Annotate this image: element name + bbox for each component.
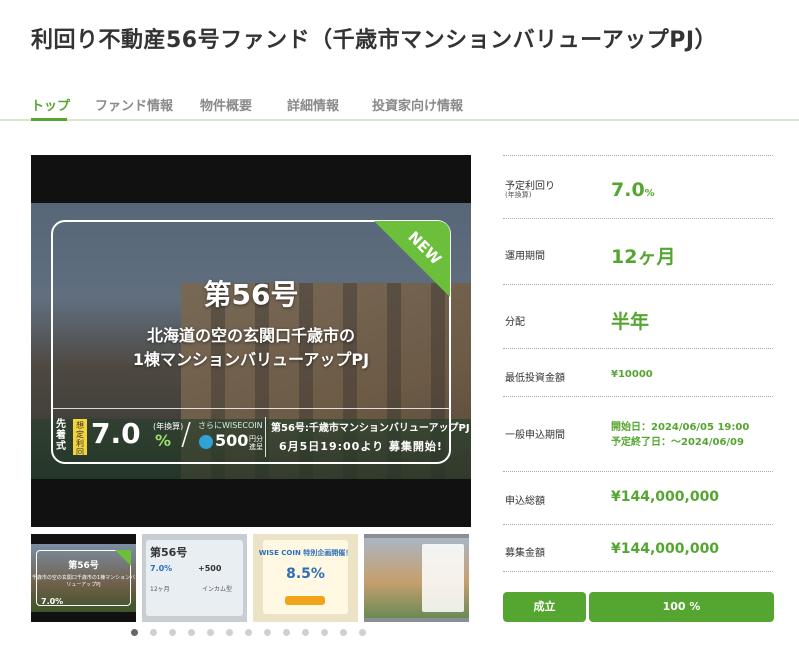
application-start: 開始日：2024/06/05 19:00 (611, 422, 750, 433)
thumbnail-rate: 7.0% (41, 597, 64, 606)
target-amount-value: ¥144,000,000 (611, 541, 720, 557)
hero-divider (52, 408, 450, 409)
carousel-dot[interactable] (359, 629, 366, 636)
thumbnail-rate: 7.0% (150, 564, 173, 573)
coin-label: さらにWISECOIN (198, 421, 263, 430)
hero-headline-2: 1棟マンションバリューアップPJ (132, 350, 370, 369)
tab-fund-info[interactable]: ファンド情報 (95, 95, 173, 114)
row-min-investment: 最低投資金額 ¥10000 (503, 348, 773, 396)
banner-separator (265, 417, 266, 457)
progress-button[interactable]: 100 % (589, 592, 774, 622)
tab-active-indicator (31, 118, 67, 121)
tab-property-overview[interactable]: 物件概要 (200, 95, 252, 114)
tab-investor-info[interactable]: 投資家向け情報 (372, 95, 463, 114)
expected-yield-value: 7.0% (611, 179, 655, 201)
expected-yield-sub: (年換算) (505, 191, 532, 199)
carousel-dot[interactable] (169, 629, 176, 636)
tab-bar: トップ ファンド情報 物件概要 詳細情報 投資家向け情報 (0, 92, 799, 122)
carousel-dot[interactable] (302, 629, 309, 636)
thumbnail-1[interactable]: 第56号 千歳市の空の玄関口千歳市の1棟マンションバリューアップPJ 7.0% (31, 534, 136, 622)
carousel-dot[interactable] (207, 629, 214, 636)
thumbnail-term: 12ヶ月 (150, 586, 170, 593)
coin-value: 500 (215, 431, 249, 450)
hero-rate-unit: % (155, 431, 172, 450)
hero-banner-strip: 先着式 想定利回 7.0 (年換算) % / さらにWISECOIN 500 円… (53, 413, 470, 461)
thumbnail-title: 第56号 (150, 546, 188, 559)
application-end: 予定終了日：～2024/06/09 (611, 437, 744, 448)
period-label: 運用期間 (505, 251, 545, 262)
thumbnail-3[interactable]: WISE COIN 特別企画開催！ 8.5% (253, 534, 358, 622)
expected-yield-unit: % (644, 188, 655, 199)
thumbnail-2[interactable]: 第56号 7.0% +500 12ヶ月 インカム型 (142, 534, 247, 622)
row-target-amount: 募集金額 ¥144,000,000 (503, 524, 773, 572)
thumbnail-info-panel (422, 544, 464, 612)
page-title: 利回り不動産56号ファンド（千歳市マンションバリューアップPJ） (31, 28, 718, 53)
distribution-label: 分配 (505, 317, 525, 328)
row-total-applications: 申込総額 ¥144,000,000 (503, 471, 773, 524)
application-period-label: 一般申込期間 (505, 430, 565, 441)
min-investment-label: 最低投資金額 (505, 373, 565, 384)
hero-start-date: 6月5日19:00より 募集開始! (279, 440, 443, 453)
hero-fund-name: 第56号:千歳市マンションバリューアップPJ (271, 423, 470, 434)
row-period: 運用期間 12ヶ月 (503, 218, 773, 284)
thumbnail-subtitle: 千歳市の空の玄関口千歳市の1棟マンションバリューアップPJ (31, 575, 136, 588)
period-value: 12ヶ月 (611, 246, 676, 268)
total-applications-value: ¥144,000,000 (611, 489, 720, 505)
target-amount-label: 募集金額 (505, 548, 545, 559)
thumbnail-strip: 第56号 千歳市の空の玄関口千歳市の1棟マンションバリューアップPJ 7.0% … (31, 534, 471, 622)
carousel-dot[interactable] (340, 629, 347, 636)
thumbnail-type: インカム型 (202, 586, 233, 593)
thumbnail-cta (285, 596, 325, 605)
row-distribution: 分配 半年 (503, 284, 773, 348)
thumbnail-coin: +500 (198, 564, 222, 573)
tab-top[interactable]: トップ (31, 95, 70, 114)
thumbnail-4[interactable] (364, 534, 469, 622)
carousel-dot[interactable] (245, 629, 252, 636)
tab-details[interactable]: 詳細情報 (287, 95, 339, 114)
row-expected-yield: 予定利回り (年換算) 7.0% (503, 155, 773, 218)
total-applications-label: 申込総額 (505, 496, 545, 507)
thumbnail-title: 第56号 (68, 561, 99, 571)
first-come-label: 先着式 (56, 419, 66, 452)
distribution-value: 半年 (611, 311, 650, 333)
carousel-dot[interactable] (264, 629, 271, 636)
carousel-dot[interactable] (321, 629, 328, 636)
hero-headline-1: 北海道の空の玄関口千歳市の (146, 326, 355, 345)
slash-divider: / (181, 417, 192, 452)
tab-underline (0, 119, 799, 121)
carousel-dot[interactable] (226, 629, 233, 636)
status-button[interactable]: 成立 (503, 592, 586, 622)
carousel-dot[interactable] (150, 629, 157, 636)
min-investment-value: ¥10000 (611, 369, 653, 380)
hero-rate: 7.0 (91, 417, 141, 450)
row-application-period: 一般申込期間 開始日：2024/06/05 19:00 予定終了日：～2024/… (503, 396, 773, 471)
thumbnail-title: WISE COIN 特別企画開催！ (258, 549, 353, 557)
carousel-dot[interactable] (131, 629, 138, 636)
yield-tag: 想定利回 (73, 419, 87, 457)
hero-image[interactable]: NEW 第56号 北海道の空の玄関口千歳市の 1棟マンションバリューアップPJ … (31, 155, 471, 527)
coin-unit: 円分進呈 (249, 435, 263, 451)
thumbnail-rate: 8.5% (286, 566, 325, 582)
coin-icon (199, 435, 213, 449)
carousel-dot[interactable] (188, 629, 195, 636)
carousel-dot[interactable] (283, 629, 290, 636)
hero-issue-number: 第56号 (203, 278, 299, 311)
